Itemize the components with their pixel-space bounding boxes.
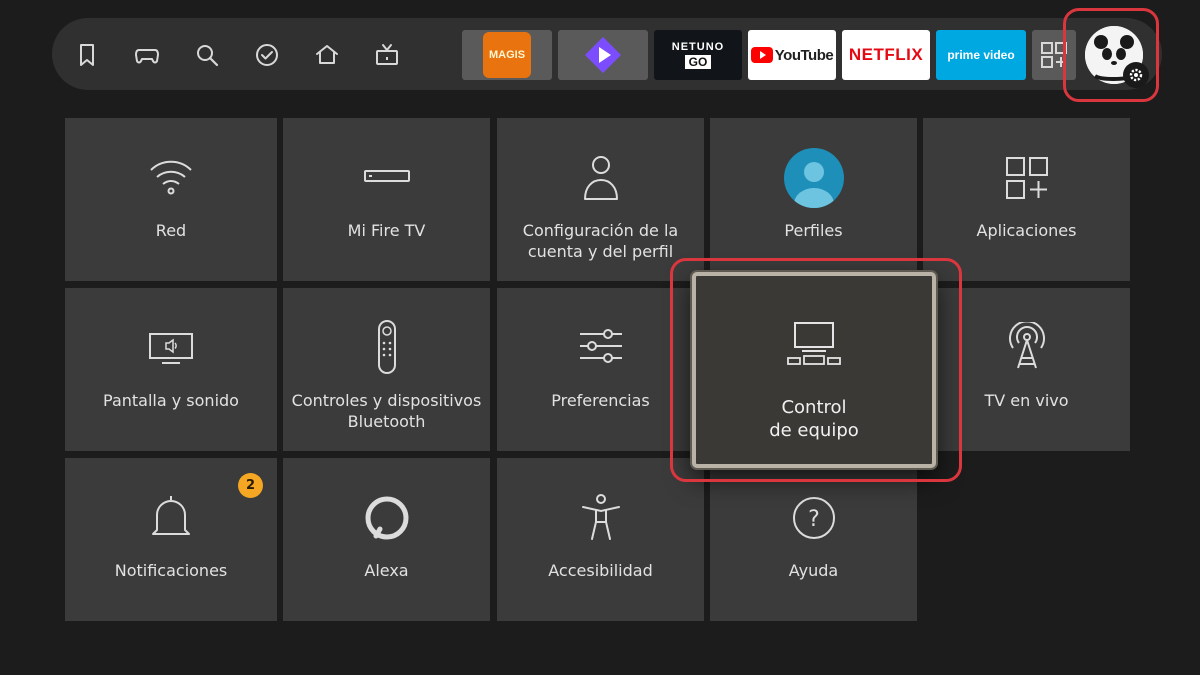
search-icon[interactable] bbox=[194, 42, 220, 68]
tile-mi-fire-tv[interactable]: Mi Fire TV bbox=[283, 118, 490, 281]
tile-label: Pantalla y sonido bbox=[103, 391, 239, 410]
youtube-play-icon bbox=[750, 47, 773, 63]
tile-perfiles[interactable]: Perfiles bbox=[710, 118, 917, 281]
fire-tv-device-icon bbox=[283, 168, 490, 184]
apps-grid-icon bbox=[1041, 42, 1067, 68]
gear-icon bbox=[1123, 62, 1149, 88]
display-sound-icon bbox=[65, 332, 277, 366]
tile-label: Preferencias bbox=[551, 391, 650, 410]
tile-red[interactable]: Red bbox=[65, 118, 277, 281]
app-youtube[interactable]: YouTube bbox=[748, 30, 836, 80]
tile-ayuda[interactable]: ? Ayuda bbox=[710, 458, 917, 621]
profile-avatar-icon bbox=[710, 148, 917, 208]
top-nav-bar: MAGIS NETUNO GO YouTube NETFLIX prime vi… bbox=[52, 18, 1162, 90]
tile-accesibilidad[interactable]: Accesibilidad bbox=[497, 458, 704, 621]
tile-label-line2: de equipo bbox=[769, 420, 859, 441]
tile-label: TV en vivo bbox=[984, 391, 1069, 410]
tile-label: Configuración de la cuenta y del perfil bbox=[522, 221, 679, 261]
tile-tv-en-vivo[interactable]: TV en vivo bbox=[923, 288, 1130, 451]
app-netflix[interactable]: NETFLIX bbox=[842, 30, 930, 80]
tile-label: Perfiles bbox=[784, 221, 843, 240]
accessibility-icon bbox=[497, 493, 704, 541]
tile-cuenta-perfil[interactable]: Configuración de la cuenta y del perfil bbox=[497, 118, 704, 281]
tile-label: Controles y dispositivos Bluetooth bbox=[291, 391, 482, 431]
antenna-icon bbox=[923, 322, 1130, 370]
tile-label: Aplicaciones bbox=[976, 221, 1077, 240]
tile-aplicaciones[interactable]: Aplicaciones bbox=[923, 118, 1130, 281]
app-magis[interactable]: MAGIS bbox=[462, 30, 552, 80]
tile-label: Alexa bbox=[364, 561, 409, 580]
app-netuno-go[interactable]: NETUNO GO bbox=[654, 30, 742, 80]
tile-preferencias[interactable]: Preferencias bbox=[497, 288, 704, 451]
tile-controles-bluetooth[interactable]: Controles y dispositivos Bluetooth bbox=[283, 288, 490, 451]
magis-logo: MAGIS bbox=[483, 32, 531, 78]
remote-icon bbox=[283, 319, 490, 375]
tile-label-line1: Control bbox=[781, 397, 847, 418]
app-play[interactable] bbox=[558, 30, 648, 80]
tile-alexa[interactable]: Alexa bbox=[283, 458, 490, 621]
bookmark-icon[interactable] bbox=[74, 42, 100, 68]
gamepad-icon[interactable] bbox=[134, 42, 160, 68]
tile-pantalla-sonido[interactable]: Pantalla y sonido bbox=[65, 288, 277, 451]
wifi-icon bbox=[65, 156, 277, 196]
alexa-icon bbox=[283, 495, 490, 541]
user-icon bbox=[497, 154, 704, 202]
tile-label: Accesibilidad bbox=[548, 561, 653, 580]
bell-icon bbox=[65, 494, 277, 540]
tile-control-equipo[interactable]: Control de equipo bbox=[692, 272, 936, 468]
app-prime-video[interactable]: prime video bbox=[936, 30, 1026, 80]
equipment-icon bbox=[696, 320, 932, 370]
notification-count-badge: 2 bbox=[238, 473, 263, 498]
all-apps-button[interactable] bbox=[1032, 30, 1076, 80]
apps-grid-icon bbox=[923, 156, 1130, 200]
tile-label: Red bbox=[155, 221, 187, 240]
svg-text:?: ? bbox=[808, 507, 820, 532]
profile-avatar-settings[interactable] bbox=[1085, 26, 1149, 88]
tile-label: Mi Fire TV bbox=[347, 221, 426, 240]
tile-label: Ayuda bbox=[788, 561, 839, 580]
sliders-icon bbox=[497, 328, 704, 364]
home-icon[interactable] bbox=[314, 42, 340, 68]
play-app-icon bbox=[585, 37, 621, 73]
help-icon: ? bbox=[710, 495, 917, 541]
tile-label: Notificaciones bbox=[114, 561, 228, 580]
live-tv-icon[interactable] bbox=[374, 42, 400, 68]
check-circle-icon[interactable] bbox=[254, 42, 280, 68]
